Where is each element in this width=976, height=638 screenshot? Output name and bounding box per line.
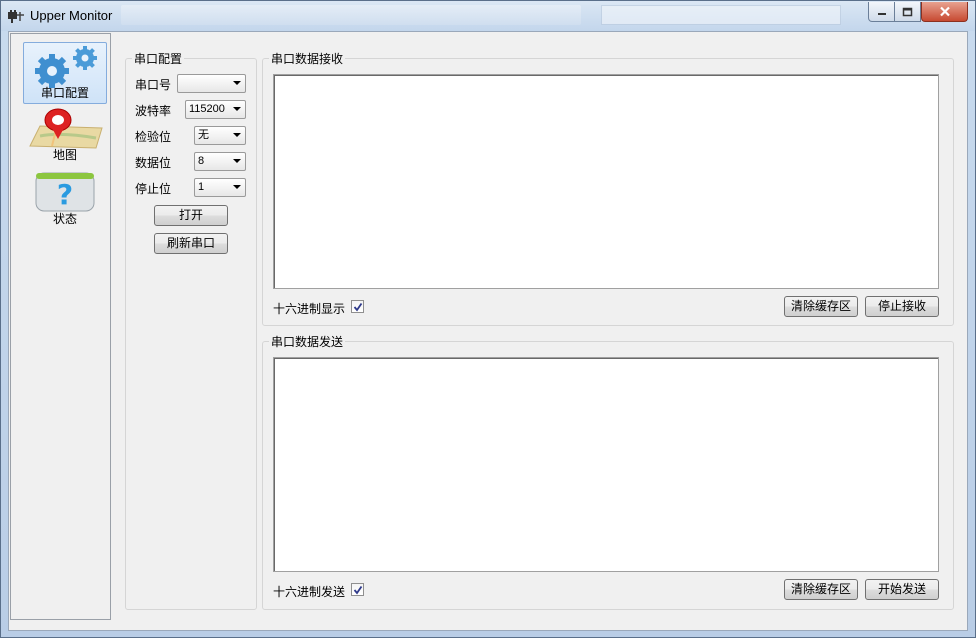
client-area: 串口配置 地图 ? 状态 串口配置 串口号 波特率 115200 检验位 无 数…: [8, 31, 968, 631]
nav-item-label: 串口配置: [40, 86, 89, 100]
serial-config-title: 串口配置: [134, 52, 183, 66]
app-window: Upper Monitor 串口配置 地图 ? 状态 串口配置 串口号 波特率 …: [0, 0, 976, 638]
databits-select-value: 8: [198, 155, 205, 167]
svg-text:?: ?: [57, 178, 73, 211]
parity-select[interactable]: 无: [194, 126, 246, 145]
send-hex-label: 十六进制发送: [273, 585, 346, 599]
chevron-down-icon: [233, 159, 241, 163]
nav-item-serial-config[interactable]: 串口配置: [23, 42, 107, 104]
receive-title: 串口数据接收: [271, 52, 344, 66]
stopbits-select[interactable]: 1: [194, 178, 246, 197]
databits-label: 数据位: [135, 156, 172, 170]
receive-textarea[interactable]: [273, 74, 939, 289]
stop-receive-button[interactable]: 停止接收: [865, 296, 939, 317]
chevron-down-icon: [233, 133, 241, 137]
send-textarea[interactable]: [273, 357, 939, 572]
minimize-icon: [877, 12, 886, 15]
receive-hex-label: 十六进制显示: [273, 302, 346, 316]
databits-select[interactable]: 8: [194, 152, 246, 171]
nav-item-label: 状态: [52, 212, 77, 226]
send-clear-button[interactable]: 清除缓存区: [784, 579, 858, 600]
send-hex-checkbox[interactable]: [351, 583, 364, 596]
window-title: Upper Monitor: [30, 8, 113, 23]
port-label: 串口号: [135, 78, 172, 92]
start-send-button[interactable]: 开始发送: [865, 579, 939, 600]
receive-hex-checkbox[interactable]: [351, 300, 364, 313]
port-select[interactable]: [177, 74, 246, 93]
stopbits-label: 停止位: [135, 182, 172, 196]
nav-item-status[interactable]: ? 状态: [23, 168, 107, 230]
parity-label: 检验位: [135, 130, 172, 144]
nav-item-map[interactable]: 地图: [23, 104, 107, 166]
chevron-down-icon: [233, 185, 241, 189]
send-title: 串口数据发送: [271, 335, 344, 349]
refresh-ports-button[interactable]: 刷新串口: [154, 233, 228, 254]
baud-select[interactable]: 115200: [185, 100, 246, 119]
maximize-icon: [902, 7, 913, 16]
chevron-down-icon: [233, 81, 241, 85]
checkmark-icon: [353, 585, 363, 595]
parity-select-value: 无: [198, 129, 209, 141]
help-question-icon: ?: [35, 172, 95, 212]
baud-select-value: 115200: [189, 103, 225, 115]
app-icon: [8, 10, 24, 23]
nav-panel: 串口配置 地图 ? 状态: [10, 33, 111, 620]
maximize-button[interactable]: [894, 2, 921, 22]
title-bar[interactable]: Upper Monitor: [1, 1, 975, 31]
stopbits-select-value: 1: [198, 181, 205, 193]
close-button[interactable]: [921, 2, 968, 22]
background-search-blur: [601, 5, 841, 25]
chevron-down-icon: [233, 107, 241, 111]
open-port-button[interactable]: 打开: [154, 205, 228, 226]
minimize-button[interactable]: [868, 2, 895, 22]
map-pin-icon: [29, 108, 103, 149]
receive-clear-button[interactable]: 清除缓存区: [784, 296, 858, 317]
nav-item-label: 地图: [52, 148, 77, 162]
baud-label: 波特率: [135, 104, 172, 118]
background-breadcrumb-blur: [121, 5, 581, 25]
close-icon: [939, 6, 950, 17]
checkmark-icon: [353, 302, 363, 312]
